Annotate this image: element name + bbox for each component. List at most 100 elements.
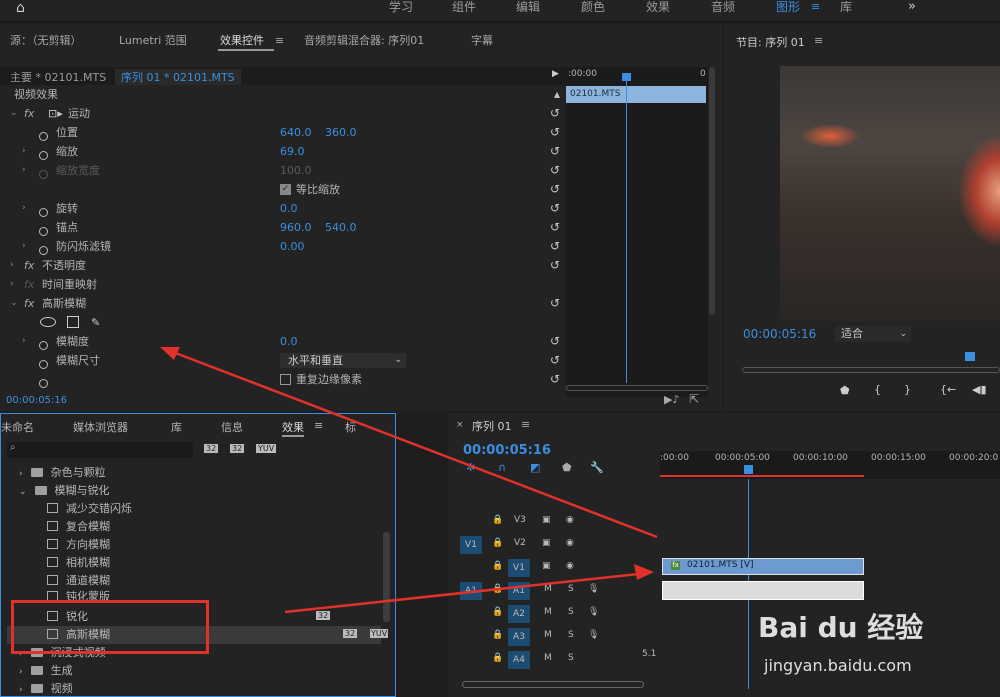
tree-folder-video[interactable]: › 视频: [9, 680, 73, 697]
anti-flicker-value[interactable]: 0.00: [280, 237, 305, 256]
workspace-tab-audio[interactable]: 音频: [711, 0, 735, 14]
menu-icon[interactable]: ≡: [275, 34, 284, 48]
effects-scrollbar[interactable]: [383, 532, 390, 622]
menu-icon[interactable]: ≡: [521, 418, 530, 431]
reset-icon[interactable]: ↺: [550, 218, 560, 237]
master-clip-label[interactable]: 主要 * 02101.MTS: [10, 69, 106, 85]
stopwatch-icon[interactable]: [39, 341, 48, 350]
eye-icon[interactable]: ◉: [566, 561, 574, 571]
effect-motion[interactable]: ⌄ fx ⊡▸ 运动 ↺: [8, 104, 564, 123]
lock-icon[interactable]: 🔒: [492, 584, 503, 594]
more-icon[interactable]: »: [908, 0, 916, 14]
ellipse-mask-icon[interactable]: [40, 317, 56, 327]
pen-mask-icon[interactable]: ✎: [91, 313, 100, 332]
tab-info[interactable]: 信息: [221, 419, 243, 435]
tab-media-browser[interactable]: 媒体浏览器: [73, 419, 128, 435]
effect-time-remapping[interactable]: › fx 时间重映射: [8, 275, 564, 294]
track-label[interactable]: V1: [508, 559, 530, 577]
track-label[interactable]: A4: [508, 651, 530, 669]
tab-source[interactable]: 源：（无剪辑）: [10, 34, 82, 48]
mute-button[interactable]: M: [544, 584, 552, 594]
reset-icon[interactable]: ↺: [550, 332, 560, 351]
time-ruler[interactable]: :00:00 00:00:05:00 00:00:10:00 00:00:15:…: [660, 451, 1000, 479]
timeline-h-scrollbar[interactable]: [462, 681, 644, 688]
stopwatch-icon[interactable]: [39, 208, 48, 217]
tab-captions[interactable]: 字幕: [471, 34, 493, 48]
stopwatch-icon[interactable]: [39, 246, 48, 255]
menu-icon[interactable]: ≡: [314, 419, 323, 432]
source-patch[interactable]: A1: [460, 582, 482, 600]
lock-icon[interactable]: 🔒: [492, 538, 503, 548]
sync-lock-icon[interactable]: ▣: [542, 515, 551, 525]
tree-effect[interactable]: 减少交错闪烁: [47, 500, 132, 518]
yuv-effects-icon[interactable]: YUV: [256, 444, 277, 453]
audio-clip[interactable]: [662, 581, 864, 600]
position-x-value[interactable]: 640.0: [280, 123, 312, 142]
track-label[interactable]: A1: [508, 582, 530, 600]
track-label[interactable]: V2: [514, 538, 526, 548]
mark-out-icon[interactable]: }: [904, 383, 911, 396]
lock-icon[interactable]: 🔒: [492, 607, 503, 617]
tree-folder-blur-sharpen[interactable]: ⌄ 模糊与锐化: [9, 482, 110, 500]
tab-audio-clip-mixer[interactable]: 音频剪辑混合器: 序列01: [304, 34, 424, 48]
wrench-icon[interactable]: 🔧: [590, 461, 604, 474]
tree-folder-generate[interactable]: › 生成: [9, 662, 73, 680]
fx-badge-icon[interactable]: fx: [24, 256, 34, 275]
sync-lock-icon[interactable]: ▣: [542, 561, 551, 571]
linked-selection-icon[interactable]: ∩: [498, 461, 506, 474]
anchor-x-value[interactable]: 960.0: [280, 218, 312, 237]
workspace-tab-graphics[interactable]: 图形: [776, 0, 800, 14]
anchor-y-value[interactable]: 540.0: [325, 218, 357, 237]
tab-project[interactable]: 未命名: [1, 419, 34, 435]
mini-timeline[interactable]: :00:00 0 02101.MTS: [566, 67, 708, 397]
step-back-icon[interactable]: ◀▮: [972, 383, 987, 396]
mark-in-icon[interactable]: {: [874, 383, 881, 396]
reset-icon[interactable]: ↺: [550, 142, 560, 161]
mini-clip[interactable]: 02101.MTS: [566, 86, 706, 103]
lock-icon[interactable]: 🔒: [492, 630, 503, 640]
stopwatch-icon[interactable]: [39, 132, 48, 141]
chevron-down-icon[interactable]: ⌄: [10, 294, 18, 313]
effects-search-input[interactable]: ⌕: [7, 442, 193, 458]
blurriness-value[interactable]: 0.0: [280, 332, 298, 351]
program-timecode[interactable]: 00:00:05:16: [743, 327, 816, 341]
workspace-tab-editing[interactable]: 编辑: [516, 0, 540, 14]
lock-icon[interactable]: 🔒: [492, 653, 503, 663]
solo-button[interactable]: S: [568, 584, 574, 594]
accelerated-effects-icon[interactable]: 32: [204, 444, 219, 453]
stopwatch-icon[interactable]: [39, 151, 48, 160]
video-clip[interactable]: fx 02101.MTS [V]: [662, 558, 864, 575]
timeline-timecode[interactable]: 00:00:05:16: [463, 443, 551, 458]
work-area-bar[interactable]: [660, 475, 864, 477]
mic-icon[interactable]: 🎙: [588, 607, 599, 617]
scale-value[interactable]: 69.0: [280, 142, 305, 161]
video-frame[interactable]: [780, 66, 1000, 321]
stopwatch-icon[interactable]: [39, 360, 48, 369]
tab-lumetri-scopes[interactable]: Lumetri 范围: [119, 34, 187, 48]
sequence-clip-label[interactable]: 序列 01 * 02101.MTS: [115, 69, 241, 85]
effect-gaussian-blur[interactable]: ⌄ fx 高斯模糊 ↺: [8, 294, 564, 313]
reset-icon[interactable]: ↺: [550, 180, 560, 199]
tab-effect-controls[interactable]: 效果控件: [220, 34, 264, 48]
timeline-playhead[interactable]: [744, 465, 753, 474]
lock-icon[interactable]: 🔒: [492, 561, 503, 571]
workspace-tab-assembly[interactable]: 组件: [452, 0, 476, 14]
reset-icon[interactable]: ↺: [550, 370, 560, 389]
reset-icon[interactable]: ↺: [550, 161, 560, 180]
rectangle-mask-icon[interactable]: [67, 316, 79, 328]
timeline-title[interactable]: 序列 01: [472, 418, 512, 434]
source-patch[interactable]: V1: [460, 536, 482, 554]
add-marker-icon[interactable]: ⬟: [840, 384, 850, 397]
export-icon[interactable]: ⇱: [689, 392, 699, 406]
chevron-right-icon[interactable]: ›: [10, 275, 14, 294]
rotation-value[interactable]: 0.0: [280, 199, 298, 218]
fx-badge-icon[interactable]: fx: [24, 104, 34, 123]
motion-transform-icon[interactable]: ⊡▸: [48, 104, 63, 123]
snap-icon[interactable]: ✲: [466, 461, 475, 474]
solo-button[interactable]: S: [568, 630, 574, 640]
workspace-tab-color[interactable]: 颜色: [581, 0, 605, 14]
tab-markers[interactable]: 标: [345, 419, 356, 435]
chevron-right-icon[interactable]: ›: [22, 142, 26, 161]
mini-scrollbar[interactable]: [566, 385, 708, 391]
workspace-tab-libraries[interactable]: 库: [840, 0, 852, 14]
